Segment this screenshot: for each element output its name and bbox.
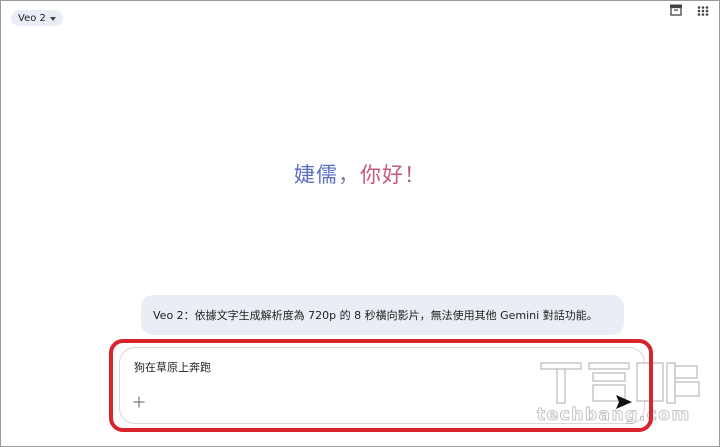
greeting-user-name: 婕儒 [294, 163, 338, 187]
model-selector-button[interactable]: Veo 2 [11, 10, 63, 26]
model-info-text: Veo 2：依據文字生成解析度為 720p 的 8 秒橫向影片，無法使用其他 G… [153, 309, 598, 322]
greeting-separator: ， [338, 163, 360, 187]
archive-icon[interactable] [669, 1, 683, 16]
highlight-annotation-box [109, 339, 653, 432]
greeting-hello: 你好！ [360, 163, 426, 187]
app-window: Veo 2 婕儒，你好！ Veo 2：依據文字生成解析度為 720p 的 8 秒… [0, 0, 720, 447]
greeting-heading: 婕儒，你好！ [1, 159, 719, 189]
model-selector-label: Veo 2 [18, 12, 46, 24]
chevron-down-icon [49, 16, 56, 21]
apps-grid-icon[interactable] [697, 1, 709, 16]
model-info-banner: Veo 2：依據文字生成解析度為 720p 的 8 秒橫向影片，無法使用其他 G… [141, 295, 624, 335]
